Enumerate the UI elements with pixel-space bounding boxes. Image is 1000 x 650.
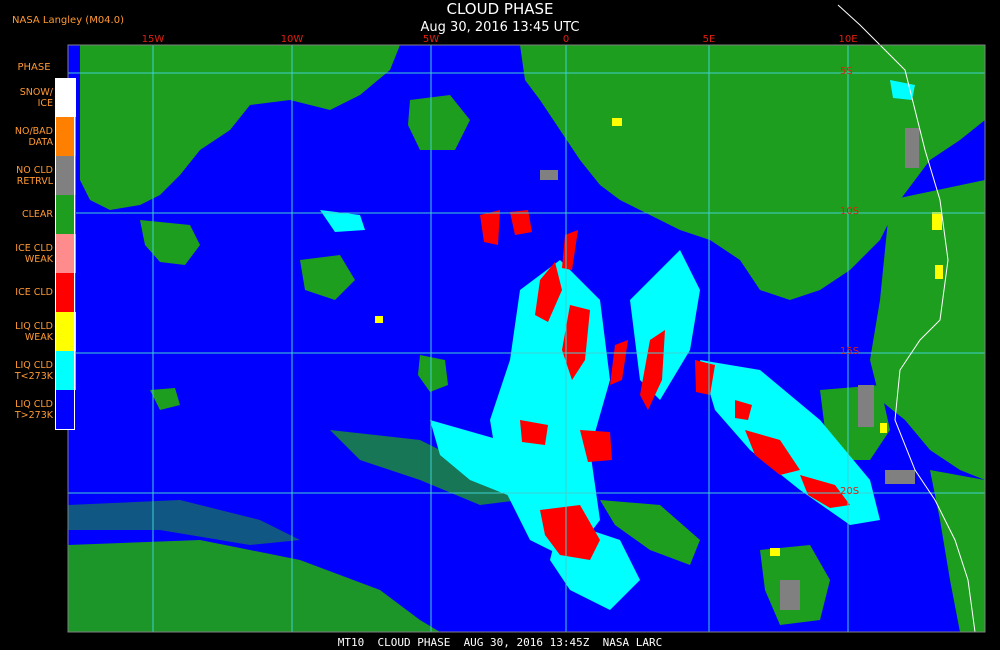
legend: SNOW/ ICE NO/BAD DATA NO CLD RETRVL CLEAR IC…	[4, 78, 76, 430]
latitude-label: 5S	[840, 66, 853, 77]
legend-item-label: NO CLD RETRVL	[16, 164, 53, 187]
legend-item-swatch	[56, 195, 76, 234]
latitude-label: 15S	[840, 346, 860, 357]
legend-item: LIQ CLD T>273K	[4, 390, 76, 429]
legend-item: ICE CLD	[4, 273, 76, 312]
legend-item-swatch	[56, 351, 76, 390]
longitude-label: 5W	[422, 34, 440, 45]
legend-item-label: SNOW/ ICE	[19, 86, 53, 109]
longitude-label: 5E	[702, 34, 716, 45]
legend-item-swatch	[56, 117, 76, 156]
legend-item-swatch	[56, 273, 76, 312]
longitude-label: 0	[562, 34, 570, 45]
legend-item: SNOW/ ICE	[4, 78, 76, 117]
footer-caption: MT10 CLOUD PHASE AUG 30, 2016 13:45Z NAS…	[337, 636, 663, 649]
longitude-label: 15W	[141, 34, 165, 45]
legend-item-swatch	[56, 156, 76, 195]
latitude-label: 10S	[840, 206, 860, 217]
legend-item: ICE CLD WEAK	[4, 234, 76, 273]
legend-item-swatch	[56, 234, 76, 273]
legend-item-label: ICE CLD WEAK	[15, 242, 53, 265]
longitude-label: 10W	[280, 34, 304, 45]
legend-item-label: ICE CLD	[15, 287, 53, 298]
legend-heading: PHASE	[17, 62, 51, 73]
legend-item-swatch	[56, 78, 76, 117]
chart-title: CLOUD PHASE	[446, 0, 554, 18]
legend-item-swatch	[56, 390, 76, 429]
legend-item-label: NO/BAD DATA	[14, 125, 53, 148]
legend-item-swatch	[56, 312, 76, 351]
legend-item: NO/BAD DATA	[4, 117, 76, 156]
cloud-phase-map	[67, 4, 986, 633]
legend-item: CLEAR	[4, 195, 76, 234]
legend-item-label: LIQ CLD WEAK	[15, 320, 53, 343]
legend-item: NO CLD RETRVL	[4, 156, 76, 195]
longitude-label: 10E	[838, 34, 858, 45]
source-label: NASA Langley (M04.0)	[12, 15, 124, 26]
legend-item-label: CLEAR	[21, 209, 53, 220]
latitude-label: 20S	[840, 486, 860, 497]
legend-item: LIQ CLD WEAK	[4, 312, 76, 351]
legend-item: LIQ CLD T<273K	[4, 351, 76, 390]
legend-item-label: LIQ CLD T<273K	[14, 359, 53, 382]
legend-item-label: LIQ CLD T>273K	[14, 398, 53, 421]
